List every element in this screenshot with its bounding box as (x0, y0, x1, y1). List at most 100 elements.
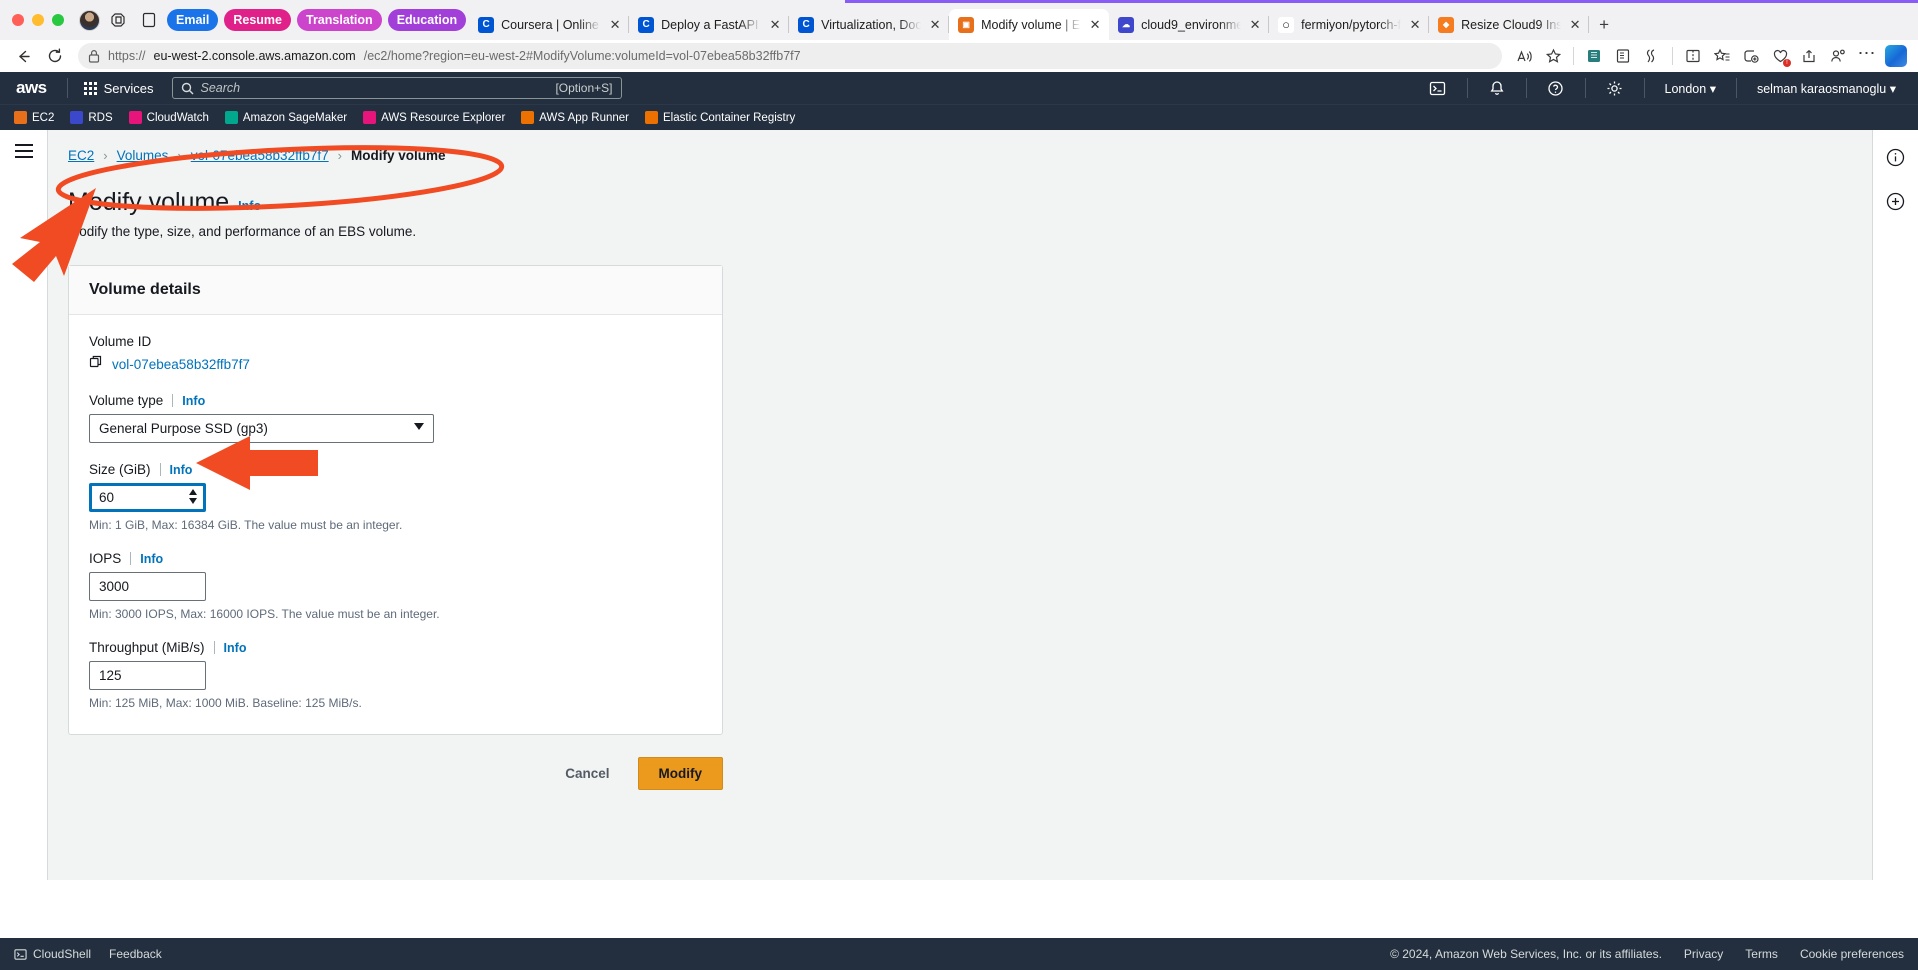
ellipsis-icon[interactable]: ⋯ (1853, 42, 1881, 70)
close-window-icon[interactable] (12, 14, 24, 26)
favorite-label: CloudWatch (146, 111, 209, 124)
info-panel-icon[interactable] (1883, 144, 1909, 170)
throughput-input[interactable] (89, 661, 206, 690)
breadcrumb-item-volumes[interactable]: Volumes (117, 148, 169, 163)
hamburger-menu-icon[interactable] (0, 144, 48, 158)
cancel-button[interactable]: Cancel (555, 758, 619, 789)
card-header: Volume details (69, 266, 722, 315)
minimize-window-icon[interactable] (32, 14, 44, 26)
breadcrumb-item-volume-id[interactable]: vol-07ebea58b32ffb7f7 (191, 148, 329, 163)
coursera-favicon-icon: C (638, 16, 655, 33)
cloudshell-icon[interactable] (1419, 72, 1457, 104)
feedback-link[interactable]: Feedback (109, 947, 162, 961)
shopping-icon[interactable]: ! (1766, 42, 1794, 70)
close-tab-icon[interactable]: ✕ (928, 17, 942, 33)
favorite-label: Amazon SageMaker (242, 111, 348, 124)
question-icon[interactable] (1537, 72, 1575, 104)
services-menu-button[interactable]: Services (78, 81, 160, 96)
browser-essentials-icon[interactable] (1638, 42, 1666, 70)
pill-education[interactable]: Education (387, 9, 467, 31)
pill-translation[interactable]: Translation (297, 9, 382, 31)
volume-id-link[interactable]: vol-07ebea58b32ffb7f7 (112, 357, 250, 372)
window-controls[interactable] (12, 0, 74, 40)
size-info-link[interactable]: Info (170, 463, 193, 477)
favorite-ecr[interactable]: Elastic Container Registry (645, 111, 795, 124)
workspaces-icon[interactable] (104, 0, 134, 40)
browser-tab[interactable]: ○ fermiyon/pytorch-fasta ✕ (1269, 9, 1430, 40)
maximize-window-icon[interactable] (52, 14, 64, 26)
breadcrumb-item-ec2[interactable]: EC2 (68, 148, 94, 163)
search-input[interactable]: Search [Option+S] (171, 77, 622, 99)
close-tab-icon[interactable]: ✕ (768, 17, 782, 33)
tab-title: cloud9_environment - (1141, 17, 1242, 32)
browser-tab[interactable]: C Deploy a FastAPI PyTo ✕ (629, 9, 790, 40)
browser-tab[interactable]: C Virtualization, Docker, ✕ (789, 9, 950, 40)
volume-type-info-link[interactable]: Info (182, 394, 205, 408)
right-nav-rail (1872, 130, 1918, 880)
header-divider (1525, 78, 1527, 98)
tab-preview-icon[interactable] (134, 0, 164, 40)
aws-favorites-bar: EC2 RDS CloudWatch Amazon SageMaker AWS … (0, 104, 1918, 130)
help-panel-icon[interactable] (1883, 188, 1909, 214)
favorite-sagemaker[interactable]: Amazon SageMaker (224, 111, 348, 124)
pill-resume[interactable]: Resume (224, 9, 291, 31)
modify-button[interactable]: Modify (637, 757, 723, 790)
cloud9-favicon-icon: ☁ (1118, 16, 1135, 33)
cloudshell-button[interactable]: CloudShell (14, 947, 91, 961)
header-divider (1643, 78, 1645, 98)
cookie-preferences-link[interactable]: Cookie preferences (1800, 947, 1904, 961)
card-body: Volume ID vol-07ebea58b32ffb7f7 Volume t… (69, 315, 722, 734)
browser-tab[interactable]: ◆ Resize Cloud9 Instanc ✕ (1429, 9, 1590, 40)
account-menu[interactable]: selman karaosmanoglu ▾ (1747, 81, 1906, 96)
favorite-ec2[interactable]: EC2 (14, 111, 54, 124)
privacy-link[interactable]: Privacy (1684, 947, 1723, 961)
tab-title: Resize Cloud9 Instanc (1461, 17, 1562, 32)
console-page: EC2 › Volumes › vol-07ebea58b32ffb7f7 › … (0, 130, 1918, 880)
close-tab-icon[interactable]: ✕ (1568, 17, 1582, 33)
gear-icon[interactable] (1596, 72, 1634, 104)
pill-email[interactable]: Email (167, 9, 219, 31)
reload-button[interactable] (40, 42, 70, 70)
aws-favicon-icon: ▣ (958, 16, 975, 33)
aws-logo-icon[interactable]: aws (12, 78, 57, 98)
address-bar[interactable]: https:// eu-west-2.console.aws.amazon.com… (78, 43, 1502, 69)
terms-link[interactable]: Terms (1745, 947, 1778, 961)
reading-view-icon[interactable] (1609, 42, 1637, 70)
size-input[interactable] (89, 483, 206, 512)
iops-info-link[interactable]: Info (140, 552, 163, 566)
share-icon[interactable] (1795, 42, 1823, 70)
region-selector[interactable]: London ▾ (1655, 81, 1726, 96)
favorite-resource-explorer[interactable]: AWS Resource Explorer (363, 111, 505, 124)
copilot-icon[interactable] (1882, 42, 1910, 70)
favorite-cloudwatch[interactable]: CloudWatch (128, 111, 209, 124)
page-title: Modify volume Info (68, 188, 1872, 217)
profile-avatar[interactable] (74, 0, 104, 40)
back-button[interactable] (8, 42, 38, 70)
close-tab-icon[interactable]: ✕ (608, 17, 622, 33)
services-label: Services (103, 80, 154, 96)
form-actions: Cancel Modify (68, 757, 723, 790)
browser-tab[interactable]: C Coursera | Online Cour ✕ (469, 9, 630, 40)
throughput-info-link[interactable]: Info (224, 641, 247, 655)
read-aloud-icon[interactable] (1510, 42, 1538, 70)
browser-tab[interactable]: ☁ cloud9_environment - ✕ (1109, 9, 1270, 40)
close-tab-icon[interactable]: ✕ (1248, 17, 1262, 33)
favorites-list-icon[interactable] (1708, 42, 1736, 70)
close-tab-icon[interactable]: ✕ (1088, 17, 1102, 33)
volume-type-select[interactable]: General Purpose SSD (gp3) (89, 414, 434, 443)
split-screen-icon[interactable] (1679, 42, 1707, 70)
profile-settings-icon[interactable] (1824, 42, 1852, 70)
info-link[interactable]: Info (238, 199, 261, 213)
label-divider (172, 394, 174, 407)
bell-icon[interactable] (1478, 72, 1516, 104)
add-tab-icon[interactable] (1737, 42, 1765, 70)
close-tab-icon[interactable]: ✕ (1408, 17, 1422, 33)
favorite-app-runner[interactable]: AWS App Runner (521, 111, 629, 124)
copy-icon[interactable] (89, 355, 103, 374)
new-tab-button[interactable]: + (1589, 9, 1619, 40)
favorite-star-icon[interactable] (1539, 42, 1567, 70)
browser-tab-active[interactable]: ▣ Modify volume | EC2 | ✕ (949, 9, 1110, 40)
iops-input[interactable] (89, 572, 206, 601)
favorite-rds[interactable]: RDS (70, 111, 113, 124)
collections-icon[interactable] (1580, 42, 1608, 70)
